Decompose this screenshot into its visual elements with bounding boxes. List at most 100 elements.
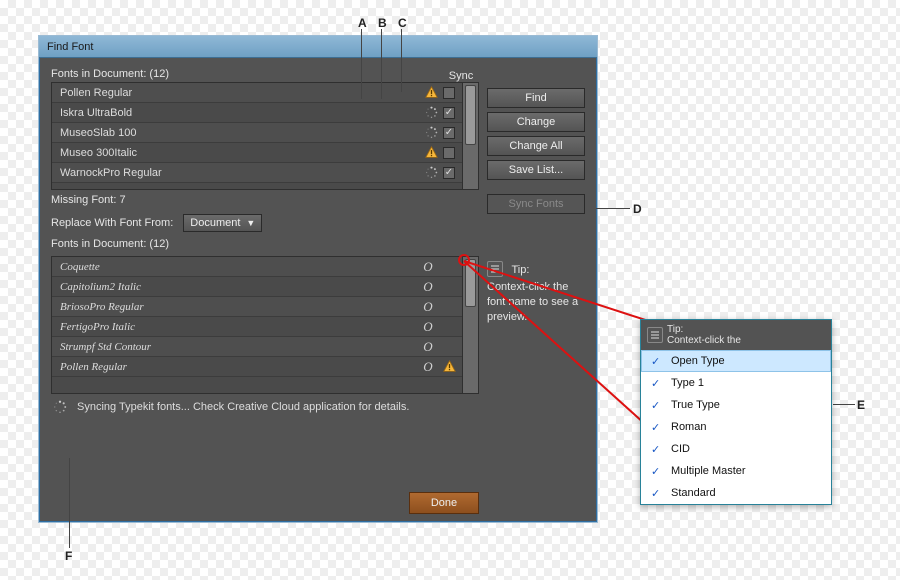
popup-menu-item[interactable]: ✓Roman [641,416,831,438]
warning-icon [422,86,440,99]
chevron-down-icon: ▼ [246,218,255,228]
font-type-glyph: O [416,339,440,355]
sync-checkbox[interactable] [440,127,458,139]
popup-menu-item[interactable]: ✓ Open Type [641,350,831,372]
font-name: Pollen Regular [60,87,422,99]
font-name: Iskra UltraBold [60,107,422,119]
check-icon: ✓ [651,355,663,368]
font-row[interactable]: Museo 300Italic [52,143,462,163]
done-button[interactable]: Done [409,492,479,514]
font-name: Capitolium2 Italic [60,281,416,293]
popup-menu-label: CID [671,443,690,455]
fonts-in-document-label-2: Fonts in Document: (12) [51,238,479,250]
font-row[interactable]: Pollen RegularO [52,357,462,377]
sync-fonts-button[interactable]: Sync Fonts [487,194,585,214]
font-row[interactable]: WarnockPro Regular [52,163,462,183]
callout-line [69,458,70,548]
change-button[interactable]: Change [487,112,585,132]
font-name: Pollen Regular [60,361,416,373]
sync-checkbox[interactable] [440,87,458,99]
sync-status-row: Syncing Typekit fonts... Check Creative … [51,394,479,420]
check-icon: ✓ [651,487,663,500]
save-list-button[interactable]: Save List... [487,160,585,180]
font-row[interactable]: Capitolium2 ItalicO [52,277,462,297]
font-name: Strumpf Std Contour [60,341,416,353]
font-name: BriosoPro Regular [60,301,416,313]
replacement-fonts-list[interactable]: CoquetteOCapitolium2 ItalicOBriosoPro Re… [51,256,479,394]
replace-source-dropdown[interactable]: Document ▼ [183,214,262,232]
sync-checkbox[interactable] [440,147,458,159]
font-row[interactable]: Strumpf Std ContourO [52,337,462,357]
sync-checkbox[interactable] [440,167,458,179]
font-type-glyph: O [416,319,440,335]
font-name: Museo 300Italic [60,147,422,159]
callout-label-d: D [633,202,642,216]
font-name: WarnockPro Regular [60,167,422,179]
titlebar: Find Font [39,36,597,58]
popup-menu-item[interactable]: ✓ CID [641,438,831,460]
check-icon: ✓ [651,443,663,456]
font-type-popup: Tip: Context-click the ✓ Open Type ✓ Type 1… [640,319,832,505]
tip-title: Tip: [511,264,529,276]
popup-tip-header: Tip: Context-click the [641,320,831,350]
font-row[interactable]: CoquetteO [52,257,462,277]
popup-menu-item[interactable]: ✓ True Type [641,394,831,416]
replace-with-label: Replace With Font From: [51,217,173,229]
check-icon: ✓ [651,377,663,390]
replace-source-value: Document [190,217,240,229]
font-name: MuseoSlab 100 [60,127,422,139]
syncing-spinner-icon [53,400,67,414]
font-name: Coquette [60,261,416,273]
callout-label-e: E [857,398,865,412]
syncing-spinner-icon [422,166,440,179]
warning-icon [422,146,440,159]
change-all-button[interactable]: Change All [487,136,585,156]
syncing-spinner-icon [422,106,440,119]
popup-menu-item[interactable]: ✓ Type 1 [641,372,831,394]
callout-circle [458,254,470,266]
font-type-glyph: O [416,299,440,315]
window-title: Find Font [47,41,93,53]
callout-line [596,208,630,209]
callout-line [361,29,362,99]
missing-font-label: Missing Font: 7 [51,194,479,206]
top-list-scrollbar[interactable] [462,83,478,189]
popup-menu-item[interactable]: ✓ Multiple Master [641,460,831,482]
popup-menu-label: Multiple Master [671,465,746,477]
callout-label-a: A [358,16,367,30]
fonts-in-document-list[interactable]: Pollen Regular Iskra UltraBold MuseoSlab 1… [51,82,479,190]
callout-label-c: C [398,16,407,30]
font-row[interactable]: MuseoSlab 100 [52,123,462,143]
popup-menu-label: True Type [671,399,720,411]
warning-icon [440,360,458,373]
popup-menu-label: Open Type [671,355,725,367]
sync-checkbox[interactable] [440,107,458,119]
bottom-list-scrollbar[interactable] [462,257,478,393]
font-row[interactable]: BriosoPro RegularO [52,297,462,317]
font-type-glyph: O [416,279,440,295]
callout-line [833,404,855,405]
tip-block: Tip: Context-click the font name to see … [487,260,585,325]
popup-menu-label: Standard [671,487,716,499]
find-font-window: Find Font Fonts in Document: (12) Sync P… [38,35,598,523]
font-name: FertigoPro Italic [60,321,416,333]
sync-status-text: Syncing Typekit fonts... Check Creative … [77,401,409,413]
check-icon: ✓ [651,465,663,478]
font-type-glyph: O [416,259,440,275]
popup-menu-item[interactable]: ✓ Standard [641,482,831,504]
callout-label-f: F [65,549,72,563]
check-icon: ✓ [651,421,663,434]
fonts-in-document-label: Fonts in Document: (12) [51,68,169,80]
callout-label-b: B [378,16,387,30]
syncing-spinner-icon [422,126,440,139]
panel-menu-icon [647,327,663,343]
callout-line [401,29,402,92]
popup-menu-label: Type 1 [671,377,704,389]
tip-body: Context-click the font name to see a pre… [487,280,585,325]
callout-line [381,29,382,99]
font-row[interactable]: Iskra UltraBold [52,103,462,123]
sync-header-label: Sync [443,70,479,82]
find-button[interactable]: Find [487,88,585,108]
check-icon: ✓ [651,399,663,412]
font-row[interactable]: FertigoPro ItalicO [52,317,462,337]
